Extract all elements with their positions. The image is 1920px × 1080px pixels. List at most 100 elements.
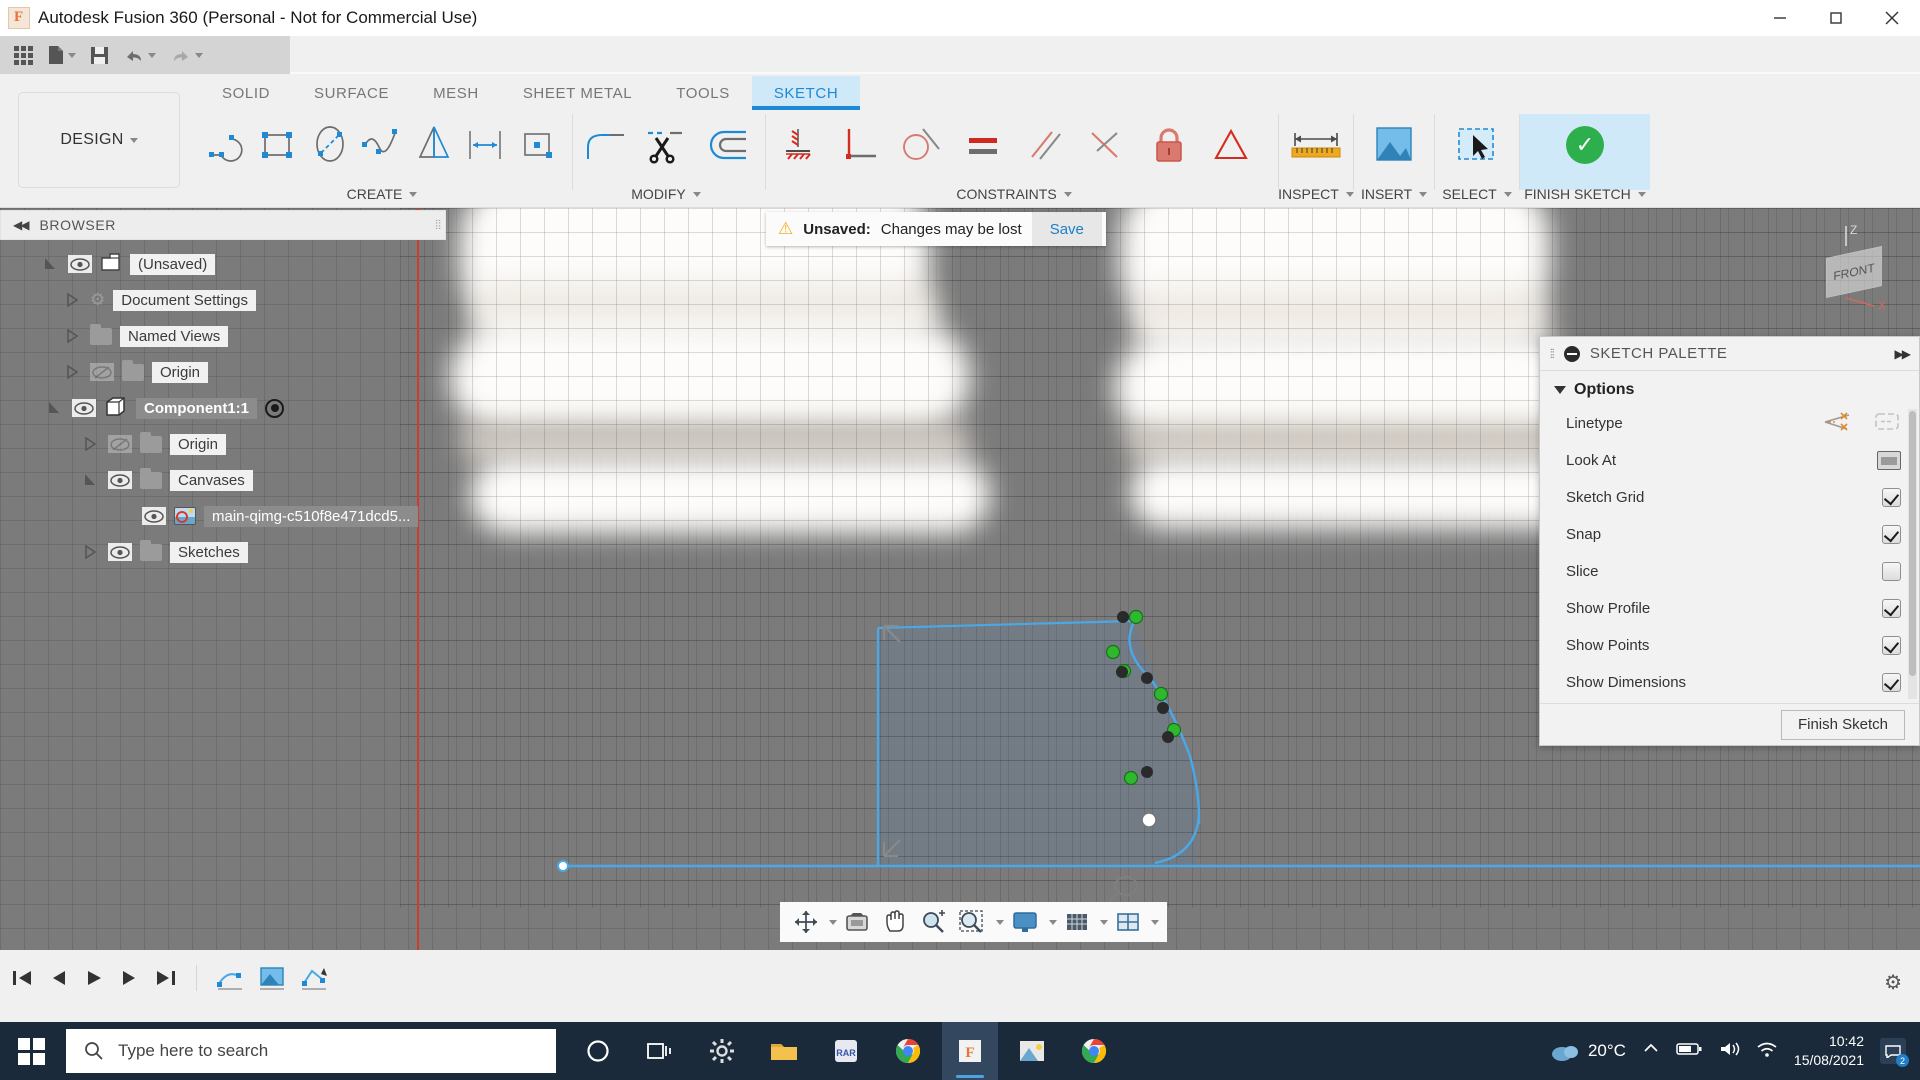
undo-icon[interactable] bbox=[117, 38, 162, 72]
slice-checkbox[interactable] bbox=[1882, 562, 1901, 581]
timeline-step-back-icon[interactable] bbox=[46, 966, 70, 990]
show-hidden-icons-icon[interactable] bbox=[1642, 1042, 1660, 1061]
minimize-icon[interactable] bbox=[1752, 0, 1808, 36]
snap-checkbox[interactable] bbox=[1882, 525, 1901, 544]
twist-closed-icon[interactable] bbox=[62, 328, 82, 344]
photos-icon[interactable] bbox=[1004, 1022, 1060, 1080]
timeline-step-forward-icon[interactable] bbox=[118, 966, 142, 990]
browser-row-canvases[interactable]: Canvases bbox=[0, 462, 460, 498]
settings-gear-icon[interactable] bbox=[694, 1022, 750, 1080]
sketch-offset-icon[interactable] bbox=[697, 114, 759, 176]
sketch-circle-icon[interactable] bbox=[304, 114, 356, 176]
browser-row-canvas-image[interactable]: main-qimg-c510f8e471dcd5... bbox=[0, 498, 460, 534]
redo-icon[interactable] bbox=[164, 38, 209, 72]
tab-sheet-metal[interactable]: SHEET METAL bbox=[501, 76, 654, 110]
drag-grip-icon[interactable]: ⦙⦙ bbox=[435, 217, 441, 233]
sketch-trim-scissors-icon[interactable] bbox=[635, 114, 697, 176]
sketch-grid-checkbox[interactable] bbox=[1882, 488, 1901, 507]
measure-ruler-icon[interactable] bbox=[1279, 114, 1353, 176]
volume-icon[interactable] bbox=[1718, 1040, 1740, 1063]
sketch-mirror-icon[interactable] bbox=[408, 114, 460, 176]
network-icon[interactable] bbox=[1756, 1040, 1778, 1063]
chrome-2-icon[interactable] bbox=[1066, 1022, 1122, 1080]
sketch-spline-icon[interactable] bbox=[356, 114, 408, 176]
show-dimensions-checkbox[interactable] bbox=[1882, 673, 1901, 692]
insert-canvas-image-icon[interactable] bbox=[1354, 114, 1434, 176]
display-settings-icon[interactable] bbox=[1006, 903, 1044, 941]
chrome-icon[interactable] bbox=[880, 1022, 936, 1080]
twist-closed-icon[interactable] bbox=[80, 436, 100, 452]
timeline-go-to-beginning-icon[interactable] bbox=[10, 966, 34, 990]
notifications-center-icon[interactable]: 2 bbox=[1880, 1038, 1909, 1067]
tab-mesh[interactable]: MESH bbox=[411, 76, 501, 110]
task-view-icon[interactable] bbox=[632, 1022, 688, 1080]
sketch-fillet-icon[interactable] bbox=[573, 114, 635, 176]
chevron-down-icon[interactable] bbox=[1049, 919, 1057, 925]
constraint-tangent-icon[interactable] bbox=[890, 114, 952, 176]
constraint-midpoint-icon[interactable] bbox=[1200, 114, 1262, 176]
expand-right-icon[interactable]: ▶▶ bbox=[1895, 347, 1912, 361]
new-document-icon[interactable] bbox=[41, 38, 82, 72]
sketch-dimension-icon[interactable] bbox=[460, 114, 512, 176]
tab-sketch[interactable]: SKETCH bbox=[751, 76, 861, 110]
minimize-circle-icon[interactable] bbox=[1563, 345, 1580, 362]
linetype-centerline-icon[interactable] bbox=[1873, 410, 1901, 437]
finish-sketch-button[interactable]: Finish Sketch bbox=[1780, 709, 1905, 740]
visibility-eye-icon[interactable] bbox=[142, 507, 166, 525]
grid-snaps-icon[interactable] bbox=[1059, 903, 1095, 941]
constraint-horizontal-vertical-icon[interactable] bbox=[766, 114, 828, 176]
winrar-icon[interactable]: RAR bbox=[818, 1022, 874, 1080]
weather-widget[interactable]: 20°C bbox=[1550, 1039, 1626, 1063]
close-icon[interactable] bbox=[1864, 0, 1920, 36]
twist-open-icon[interactable] bbox=[44, 400, 64, 416]
tab-tools[interactable]: TOOLS bbox=[654, 76, 752, 110]
look-at-camera-icon[interactable] bbox=[1877, 451, 1901, 470]
app-grid-icon[interactable] bbox=[8, 38, 39, 72]
constraint-symmetry-icon[interactable] bbox=[1076, 114, 1138, 176]
show-points-checkbox[interactable] bbox=[1882, 636, 1901, 655]
battery-icon[interactable] bbox=[1676, 1042, 1702, 1061]
chevron-down-icon[interactable] bbox=[996, 919, 1004, 925]
view-cube[interactable]: Z X FRONT bbox=[1788, 220, 1898, 310]
fusion-360-taskbar-icon[interactable]: F bbox=[942, 1022, 998, 1080]
orbit-icon[interactable] bbox=[788, 903, 824, 941]
workspace-switcher[interactable]: DESIGN bbox=[18, 92, 180, 188]
show-profile-checkbox[interactable] bbox=[1882, 599, 1901, 618]
browser-row-named-views[interactable]: Named Views bbox=[0, 318, 460, 354]
save-button[interactable]: Save bbox=[1031, 212, 1102, 246]
twist-closed-icon[interactable] bbox=[62, 292, 82, 308]
timeline-settings-gear-icon[interactable]: ⚙ bbox=[1884, 970, 1902, 995]
select-cursor-icon[interactable] bbox=[1435, 114, 1519, 176]
timeline-play-icon[interactable] bbox=[82, 966, 106, 990]
browser-row-origin[interactable]: Origin bbox=[0, 354, 460, 390]
zoom-window-icon[interactable] bbox=[953, 903, 991, 941]
zoom-icon[interactable] bbox=[915, 903, 951, 941]
visibility-eye-icon[interactable] bbox=[68, 255, 92, 273]
twist-closed-icon[interactable] bbox=[62, 364, 82, 380]
timeline-go-to-end-icon[interactable] bbox=[154, 966, 178, 990]
visibility-eye-off-icon[interactable] bbox=[90, 363, 114, 381]
constraint-perpendicular-icon[interactable] bbox=[828, 114, 890, 176]
browser-row-sketches[interactable]: Sketches bbox=[0, 534, 460, 570]
activate-component-icon[interactable] bbox=[265, 398, 284, 418]
timeline-sketch2-feature-icon[interactable] bbox=[299, 964, 329, 992]
browser-row-document-settings[interactable]: ⚙ Document Settings bbox=[0, 282, 460, 318]
visibility-eye-icon[interactable] bbox=[108, 543, 132, 561]
visibility-eye-off-icon[interactable] bbox=[108, 435, 132, 453]
chevron-down-icon[interactable] bbox=[1151, 919, 1159, 925]
pan-hand-icon[interactable] bbox=[877, 903, 913, 941]
browser-row-component-origin[interactable]: Origin bbox=[0, 426, 460, 462]
collapse-left-icon[interactable]: ◀◀ bbox=[13, 218, 30, 232]
look-at-icon[interactable] bbox=[839, 903, 875, 941]
save-icon[interactable] bbox=[84, 38, 115, 72]
sketch-palette-options-section[interactable]: Options bbox=[1540, 371, 1919, 405]
linetype-construction-icon[interactable] bbox=[1823, 410, 1851, 437]
tab-surface[interactable]: SURFACE bbox=[292, 76, 411, 110]
twist-open-icon[interactable] bbox=[40, 256, 60, 272]
taskbar-clock[interactable]: 10:42 15/08/2021 bbox=[1794, 1032, 1864, 1070]
tab-solid[interactable]: SOLID bbox=[200, 76, 292, 110]
browser-row-unsaved[interactable]: (Unsaved) bbox=[0, 246, 460, 282]
sketch-palette-scrollbar[interactable] bbox=[1908, 409, 1917, 699]
cortana-icon[interactable] bbox=[570, 1022, 626, 1080]
timeline-sketch-feature-icon[interactable] bbox=[215, 964, 245, 992]
